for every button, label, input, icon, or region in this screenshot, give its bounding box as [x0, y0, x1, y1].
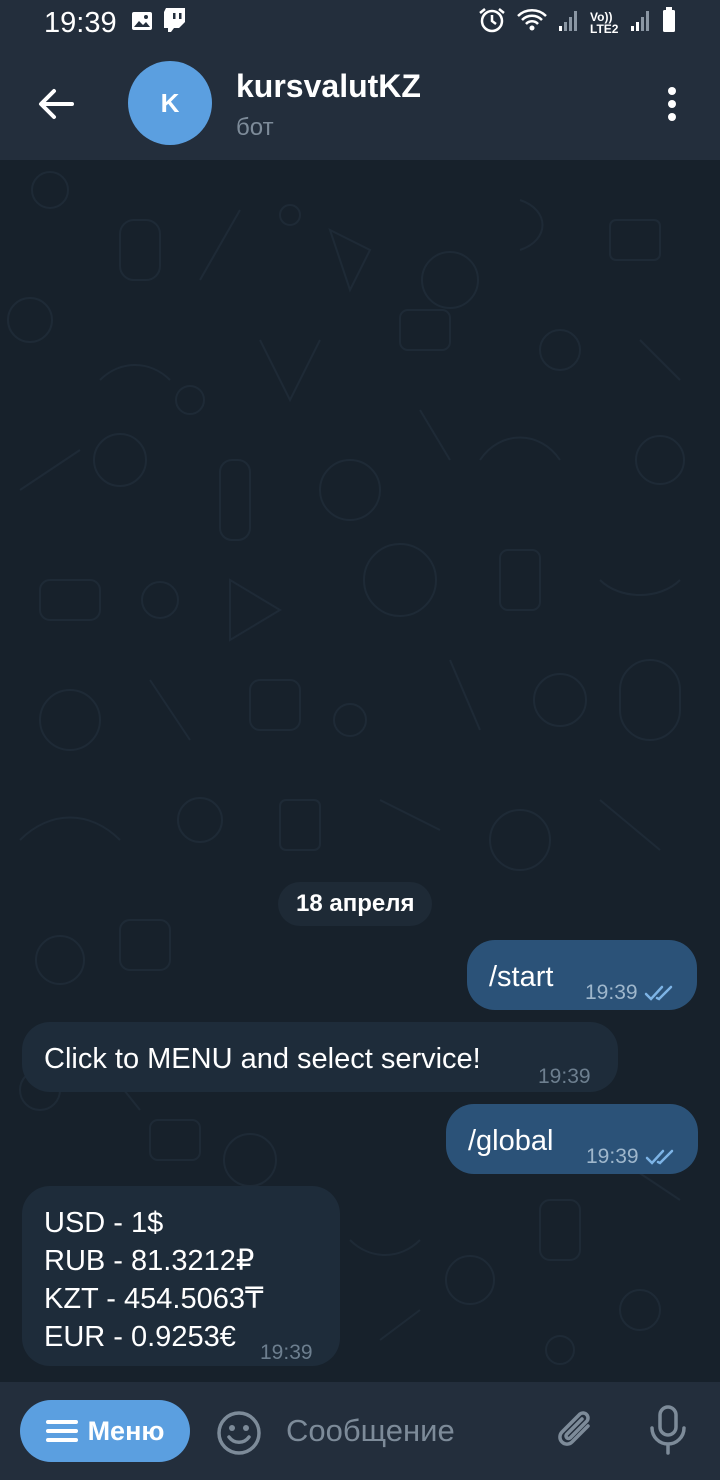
more-menu-button[interactable]: [650, 82, 694, 126]
twitch-icon: [163, 7, 187, 40]
menu-icon: [45, 1420, 78, 1442]
message-bubble-incoming[interactable]: Click to MENU and select service! 19:39: [22, 1022, 618, 1092]
alarm-icon: [478, 7, 506, 40]
chat-subtitle: бот: [236, 114, 274, 141]
rate-line: EUR - 0.9253€: [44, 1321, 236, 1353]
bot-menu-button[interactable]: Меню: [20, 1400, 190, 1462]
avatar[interactable]: K: [128, 61, 212, 145]
message-meta: 19:39: [586, 1138, 679, 1176]
more-vertical-icon: [668, 87, 676, 121]
double-check-icon: [645, 1149, 673, 1165]
menu-label: Меню: [87, 1415, 165, 1446]
emoji-button[interactable]: [216, 1410, 262, 1456]
message-time: 19:39: [585, 981, 638, 1004]
smile-icon: [217, 1411, 261, 1455]
battery-icon: [662, 6, 676, 40]
rate-line: KZT - 454.5063₸: [44, 1283, 264, 1315]
message-bubble-incoming[interactable]: USD - 1$ RUB - 81.3212₽ KZT - 454.5063₸ …: [22, 1186, 340, 1366]
image-icon: [131, 7, 153, 39]
rate-line: USD - 1$: [44, 1207, 164, 1239]
status-bar: 19:39 Vo)) LTE2: [0, 0, 720, 46]
message-bubble-outgoing[interactable]: /global 19:39: [446, 1104, 698, 1174]
paperclip-icon: [558, 1411, 590, 1446]
signal-icon: [558, 7, 580, 39]
wifi-icon: [516, 7, 548, 40]
message-time: 19:39: [586, 1145, 639, 1168]
message-input[interactable]: [286, 1408, 526, 1454]
message-time: 19:39: [260, 1341, 313, 1364]
voice-record-button[interactable]: [646, 1404, 690, 1456]
chat-area[interactable]: 18 апреля /start 19:39 Click to MENU and…: [0, 160, 720, 1382]
microphone-icon: [650, 1405, 686, 1455]
message-text: Click to MENU and select service!: [44, 1043, 481, 1075]
status-time: 19:39: [44, 6, 117, 39]
message-meta: 19:39: [585, 974, 678, 1012]
message-time: 19:39: [538, 1065, 591, 1088]
double-check-icon: [644, 985, 672, 1001]
message-text: /start: [489, 961, 554, 993]
volte-icon: Vo)) LTE2: [590, 10, 619, 36]
message-text: USD - 1$ RUB - 81.3212₽ KZT - 454.5063₸ …: [44, 1204, 263, 1356]
arrow-left-icon: [39, 89, 74, 119]
attach-button[interactable]: [552, 1406, 600, 1456]
message-input-bar: Меню: [0, 1382, 720, 1480]
message-bubble-outgoing[interactable]: /start 19:39: [467, 940, 697, 1010]
date-separator: 18 апреля: [278, 882, 433, 926]
chat-header: K kursvalutKZ бот: [0, 46, 720, 160]
signal-icon: [630, 7, 652, 39]
message-text: /global: [468, 1125, 554, 1157]
rate-line: RUB - 81.3212₽: [44, 1245, 255, 1277]
back-button[interactable]: [28, 76, 84, 132]
chat-title[interactable]: kursvalutKZ: [236, 68, 421, 105]
